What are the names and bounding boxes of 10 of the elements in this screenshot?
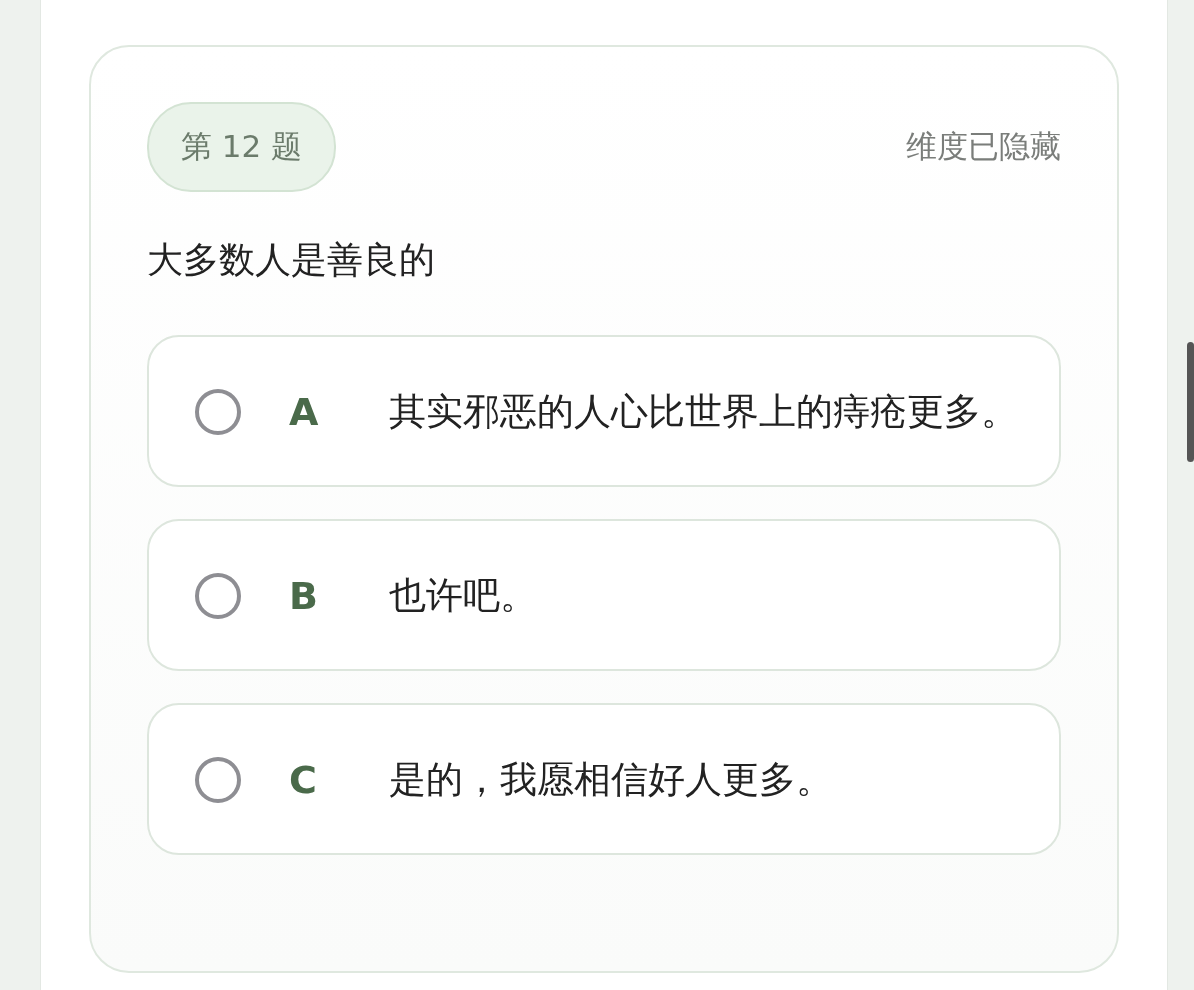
scrollbar-thumb[interactable]	[1187, 342, 1194, 462]
radio-icon	[195, 573, 241, 619]
radio-icon	[195, 757, 241, 803]
question-number-badge: 第 12 题	[147, 102, 337, 192]
dimension-hidden-label: 维度已隐藏	[906, 127, 1061, 166]
radio-icon	[195, 389, 241, 435]
answer-option[interactable]: C 是的，我愿相信好人更多。	[147, 703, 1061, 855]
answer-option[interactable]: A 其实邪恶的人心比世界上的痔疮更多。	[147, 335, 1061, 487]
answer-option[interactable]: B 也许吧。	[147, 519, 1061, 671]
question-text: 大多数人是善良的	[147, 238, 436, 282]
